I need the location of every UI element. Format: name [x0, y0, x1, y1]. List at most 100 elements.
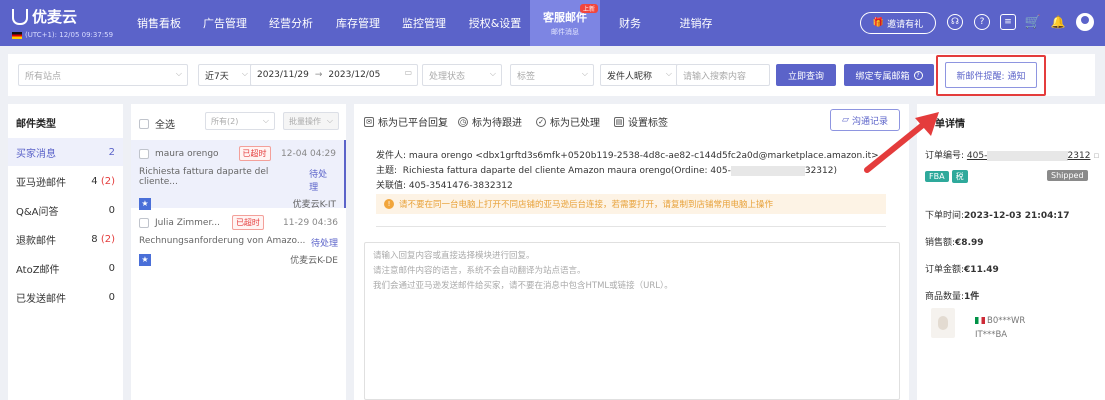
nav-item-sales-board[interactable]: 销售看板: [128, 0, 190, 46]
quantity-row: 商品数量:1件: [925, 292, 980, 302]
reply-textarea[interactable]: 请输入回复内容或直接选择模块进行回复。 请注意邮件内容的语言，系统不会自动翻译为…: [364, 242, 900, 400]
date-range-picker[interactable]: 2023/11/29 → 2023/12/05 ▭: [250, 64, 418, 86]
mail-time: 12-04 04:29: [281, 148, 336, 159]
chevron-down-icon: ⌵: [489, 69, 496, 78]
star-icon[interactable]: ★: [139, 197, 151, 210]
status-select[interactable]: 处理状态 ⌵: [422, 64, 502, 86]
chat-icon: ▱: [842, 115, 849, 125]
logo-icon: [12, 8, 28, 25]
mail-detail-panel: ✉ 标为已平台回复 ◷ 标为待跟进 ✓ 标为已处理 ▤ 设置标签 ▱ 沟通记录 发件人: …: [354, 104, 909, 400]
timezone-text: (UTC+1): 12/05 09:37:59: [25, 31, 114, 39]
product-image[interactable]: [931, 308, 955, 338]
mail-status: 待处理: [309, 170, 328, 193]
key-row: 关联值: 405-3541476-3832312: [376, 181, 513, 191]
mark-processed-action[interactable]: ✓ 标为已处理: [536, 114, 600, 129]
mark-follow-up-action[interactable]: ◷ 标为待跟进: [458, 114, 522, 129]
store-select[interactable]: 所有站点 ⌵: [18, 64, 188, 86]
nav-item-analytics[interactable]: 经营分析: [260, 0, 322, 46]
chevron-down-icon: ⌵: [326, 116, 333, 125]
batch-action-select[interactable]: 批量操作 ⌵: [283, 112, 339, 130]
search-button[interactable]: 立即查询: [776, 64, 836, 86]
new-badge: 上新: [579, 4, 598, 13]
cart-icon[interactable]: 🛒: [1025, 14, 1041, 30]
range-select[interactable]: 近7天 ⌵: [198, 64, 254, 86]
mail-type-refund[interactable]: 退款邮件 8 (2): [8, 225, 123, 253]
message-icon[interactable]: ≡: [1000, 14, 1016, 30]
germany-flag-icon: [12, 31, 22, 39]
search-field-select[interactable]: 发件人昵称 ⌵: [600, 64, 678, 86]
sales-row: 销售额:€8.99: [925, 238, 984, 248]
chevron-down-icon: ⌵: [241, 69, 248, 78]
date-end: 2023/12/05: [328, 70, 381, 80]
chevron-down-icon: ⌵: [581, 69, 588, 78]
mail-type-amazon[interactable]: 亚马逊邮件 4 (2): [8, 167, 123, 195]
mail-subject: Richiesta fattura daparte del cliente...: [139, 167, 269, 187]
mail-subject: Rechnungsanforderung von Amazo...: [139, 236, 306, 246]
mail-type-atoz[interactable]: AtoZ邮件 0: [8, 254, 123, 282]
info-icon: ?: [913, 70, 923, 80]
checkbox[interactable]: [139, 118, 149, 129]
nav-item-auth-settings[interactable]: 授权&设置: [459, 0, 531, 46]
annotation-arrow-icon: [864, 112, 939, 173]
timezone-clock: (UTC+1): 12/05 09:37:59: [12, 31, 113, 39]
search-input[interactable]: 请输入搜索内容: [676, 64, 770, 86]
date-start: 2023/11/29: [257, 70, 309, 80]
bind-mailbox-button[interactable]: 绑定专属邮箱 ?: [844, 64, 934, 86]
order-number-row: 订单编号: 405-XXXXXXXXXXXXX2312 ▫: [925, 151, 1100, 161]
product-sku: IT***BA: [975, 330, 1008, 340]
tag-select[interactable]: 标签 ⌵: [510, 64, 594, 86]
gift-icon: 🎁: [872, 18, 885, 28]
list-filter-select[interactable]: 所有(2) ⌵: [205, 112, 275, 130]
mail-type-buyer[interactable]: 买家消息 2: [8, 138, 123, 166]
mail-icon: ✉: [364, 116, 374, 127]
divider: [376, 226, 886, 227]
headset-icon[interactable]: ☊: [947, 14, 963, 30]
help-icon[interactable]: ?: [974, 14, 990, 30]
highlight-box: [936, 55, 1046, 96]
bell-icon[interactable]: 🔔: [1050, 14, 1066, 30]
store-name: 优麦云K-DE: [290, 256, 338, 266]
star-icon[interactable]: ★: [139, 253, 151, 266]
overdue-badge: 已超时: [231, 215, 264, 230]
mail-type-panel: 邮件类型 买家消息 2 亚马逊邮件 4 (2) Q&A问答 0 退款邮件 8 (2)…: [8, 104, 123, 400]
mail-time: 11-29 04:36: [283, 217, 338, 228]
mail-type-qa[interactable]: Q&A问答 0: [8, 196, 123, 224]
mail-type-sent[interactable]: 已发送邮件 0: [8, 283, 123, 311]
filter-bar: 所有站点 ⌵ 近7天 ⌵ 2023/11/29 → 2023/12/05 ▭ 处理状…: [8, 54, 1095, 96]
tag-icon: ▤: [614, 116, 624, 127]
mail-list-panel: 全选 所有(2) ⌵ 批量操作 ⌵ maura orengo 已超时 12-04 0…: [131, 104, 346, 400]
nav-sub-label: 邮件消息: [551, 28, 579, 36]
warning-banner: ! 请不要在同一台电脑上打开不同店铺的亚马逊后台连接，若需要打开，请复制到店铺常…: [376, 194, 886, 214]
mark-replied-action[interactable]: ✉ 标为已平台回复: [364, 114, 448, 129]
mail-card[interactable]: Julia Zimmer... 已超时 11-29 04:36 Rechnung…: [131, 209, 346, 277]
nav-item-purchase-sales[interactable]: 进销存: [665, 0, 727, 46]
shipped-badge: Shipped: [1047, 170, 1088, 181]
nav-item-customer-mail[interactable]: 客服邮件 邮件消息 上新: [530, 0, 600, 46]
brand-logo[interactable]: 优麦云: [12, 6, 77, 27]
product-asin: B0***WR: [975, 316, 1025, 326]
calendar-icon: ▭: [404, 68, 412, 77]
nav-item-inventory[interactable]: 库存管理: [327, 0, 389, 46]
tax-tag: 税: [951, 170, 968, 183]
copy-icon[interactable]: ▫: [1093, 151, 1099, 161]
select-all[interactable]: 全选: [139, 116, 175, 131]
nav-item-ads[interactable]: 广告管理: [194, 0, 256, 46]
set-tag-action[interactable]: ▤ 设置标签: [614, 114, 668, 129]
subject-row: 主题: Richiesta fattura daparte del client…: [376, 166, 837, 176]
invite-button[interactable]: 🎁 邀请有礼: [860, 12, 936, 34]
order-total-row: 订单金额:€11.49: [925, 265, 999, 275]
mail-card[interactable]: maura orengo 已超时 12-04 04:29 Richiesta f…: [131, 140, 346, 210]
order-number-link[interactable]: 405-XXXXXXXXXXXXX2312: [967, 151, 1090, 161]
order-detail-panel: 单详情 订单编号: 405-XXXXXXXXXXXXX2312 ▫ FBA税 S…: [917, 104, 1105, 400]
user-avatar[interactable]: [1076, 13, 1094, 31]
brand-name: 优麦云: [32, 8, 78, 26]
warning-icon: !: [384, 199, 394, 209]
checkbox[interactable]: [139, 217, 149, 228]
check-circle-icon: ✓: [536, 116, 546, 127]
nav-item-finance[interactable]: 财务: [605, 0, 655, 46]
chevron-down-icon: ⌵: [262, 116, 269, 125]
top-nav: 优麦云 (UTC+1): 12/05 09:37:59 销售看板 广告管理 经营…: [0, 0, 1105, 46]
nav-item-monitoring[interactable]: 监控管理: [393, 0, 455, 46]
checkbox[interactable]: [139, 148, 149, 159]
order-time-row: 下单时间:2023-12-03 21:04:17: [925, 211, 1070, 221]
